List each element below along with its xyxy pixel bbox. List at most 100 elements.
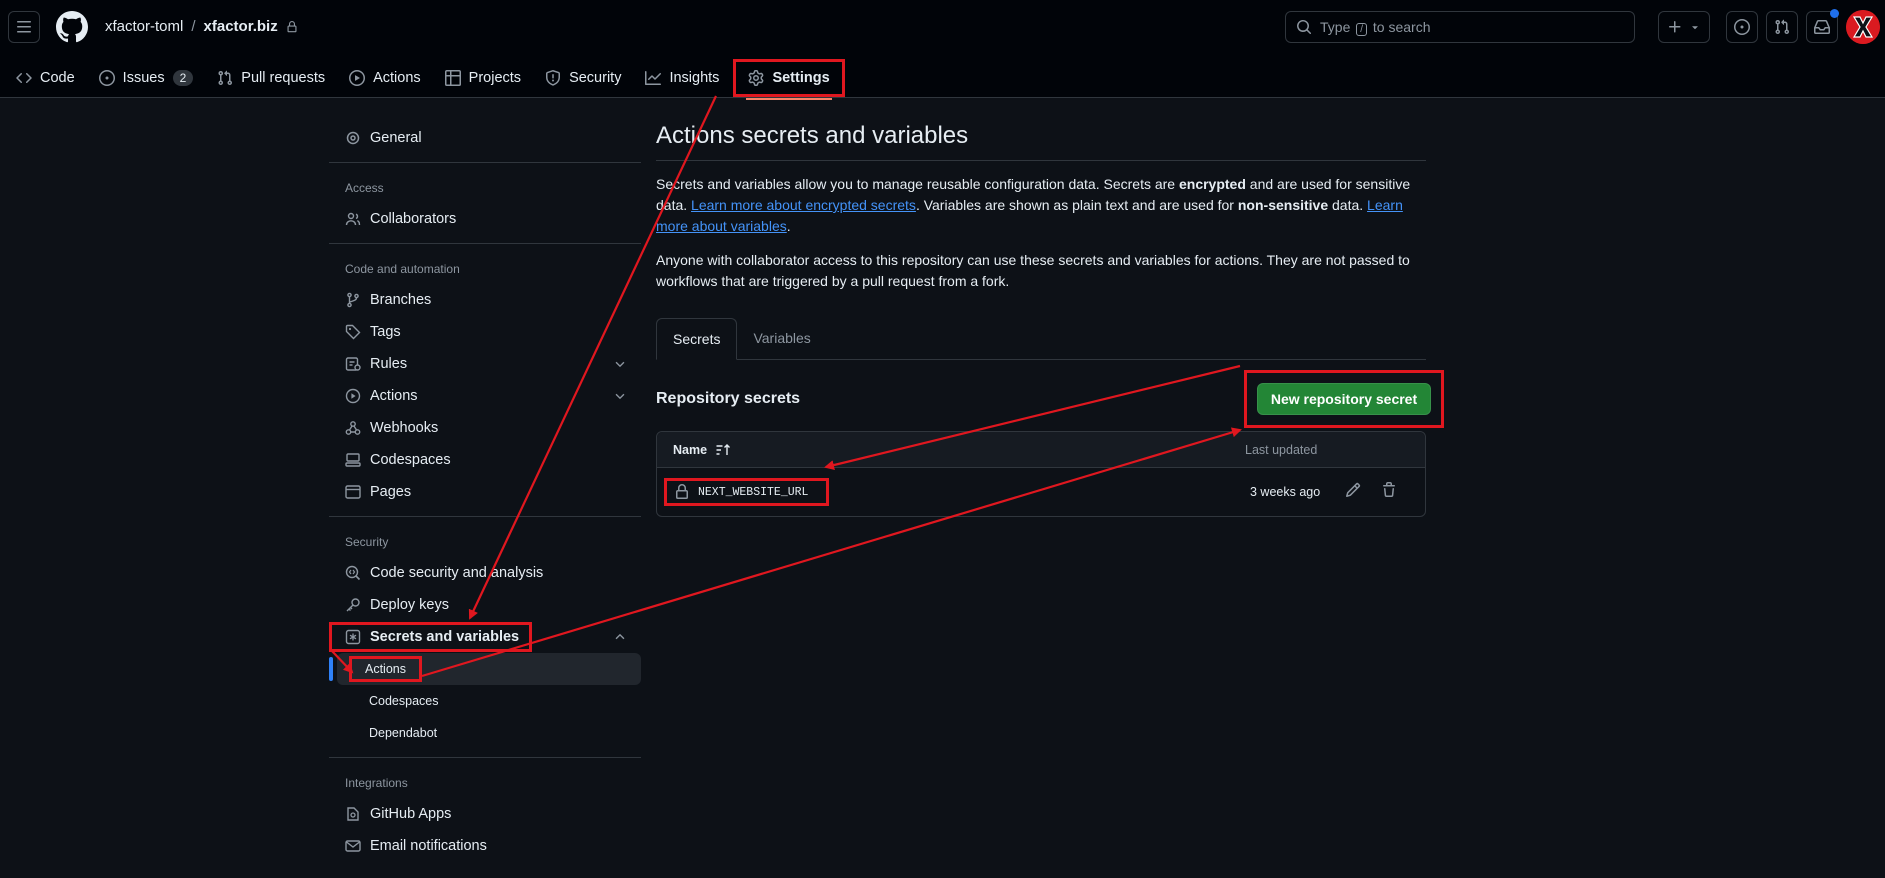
- hamburger-icon: [17, 21, 31, 33]
- tab-security-label: Security: [569, 70, 622, 86]
- description-bold: non-sensitive: [1237, 197, 1329, 213]
- user-avatar[interactable]: [1846, 10, 1880, 44]
- sidebar-item-label: Webhooks: [370, 420, 439, 436]
- settings-tab-highlight: Settings: [733, 59, 845, 100]
- chevron-down-icon[interactable]: [613, 357, 627, 371]
- git-pull-request-icon: [1775, 19, 1790, 35]
- codespaces-icon: [345, 453, 361, 467]
- create-new-button[interactable]: [1658, 11, 1710, 43]
- sidebar-subitem-label: Codespaces: [369, 694, 439, 708]
- sidebar-subitem-actions[interactable]: Actions: [329, 653, 641, 685]
- sidebar-item-codespaces[interactable]: Codespaces: [329, 444, 641, 476]
- apps-icon: [347, 807, 359, 821]
- your-issues-button[interactable]: [1726, 11, 1758, 43]
- sidebar-item-label: Tags: [370, 324, 401, 340]
- sidebar-item-branches[interactable]: Branches: [329, 284, 641, 316]
- table-header: Name Last updated: [657, 432, 1425, 468]
- sidebar-item-secrets-variables[interactable]: Secrets and variables: [329, 621, 641, 653]
- search-placeholder-post: to search: [1372, 18, 1431, 35]
- sidebar-item-general[interactable]: General: [329, 122, 641, 154]
- git-pull-request-icon: [218, 70, 233, 86]
- sidebar-item-tags[interactable]: Tags: [329, 316, 641, 348]
- sidebar-item-pages[interactable]: Pages: [329, 476, 641, 508]
- new-repository-secret-button[interactable]: New repository secret: [1256, 383, 1432, 415]
- sidebar-item-rules[interactable]: Rules: [329, 348, 641, 380]
- tab-actions[interactable]: Actions: [339, 62, 431, 94]
- secrets-table: Name Last updated NEXT_WEBSITE_URL 3 wee…: [656, 431, 1426, 517]
- hamburger-menu-button[interactable]: [8, 11, 40, 43]
- sort-asc-icon[interactable]: [715, 442, 731, 458]
- tab-pull-requests[interactable]: Pull requests: [207, 62, 335, 94]
- rules-icon: [345, 357, 361, 371]
- sidebar-item-label: Secrets and variables: [370, 629, 520, 645]
- sidebar-subitem-label: Actions: [349, 656, 422, 682]
- github-logo-icon[interactable]: [56, 11, 88, 43]
- sidebar-item-label: Pages: [370, 484, 412, 500]
- repository-secrets-header: Repository secrets New repository secret: [656, 370, 1444, 428]
- sidebar-item-deploy-keys[interactable]: Deploy keys: [329, 589, 641, 621]
- description-text: data.: [1328, 197, 1368, 213]
- tab-code[interactable]: Code: [6, 62, 85, 94]
- chevron-up-icon[interactable]: [613, 630, 627, 644]
- settings-sidebar: General Access Collaborators Code and au…: [329, 122, 641, 862]
- tab-settings[interactable]: Settings: [738, 62, 839, 100]
- sidebar-item-label: Codespaces: [370, 452, 451, 468]
- tab-security[interactable]: Security: [535, 62, 631, 94]
- tab-variables[interactable]: Variables: [737, 317, 826, 359]
- secret-name: NEXT_WEBSITE_URL: [698, 485, 809, 499]
- secrets-variables-tabs: Secrets Variables: [656, 318, 1426, 360]
- delete-secret-button[interactable]: [1381, 482, 1397, 498]
- unread-indicator: [1830, 9, 1839, 18]
- tab-insights-label: Insights: [669, 70, 720, 86]
- sidebar-item-github-apps[interactable]: GitHub Apps: [329, 798, 641, 830]
- lock-icon: [287, 20, 297, 32]
- sidebar-item-label: Email notifications: [370, 838, 487, 854]
- tab-issues[interactable]: Issues 2: [89, 62, 204, 94]
- sidebar-item-webhooks[interactable]: Webhooks: [329, 412, 641, 444]
- divider: [329, 162, 641, 163]
- sidebar-heading-code-automation: Code and automation: [345, 262, 460, 276]
- sidebar-heading-security: Security: [345, 535, 389, 549]
- sidebar-heading-access: Access: [345, 181, 384, 195]
- sidebar-item-code-security[interactable]: Code security and analysis: [329, 557, 641, 589]
- search-input[interactable]: Type / to search: [1285, 11, 1635, 43]
- play-icon: [349, 70, 366, 86]
- your-pull-requests-button[interactable]: [1766, 11, 1798, 43]
- tab-insights[interactable]: Insights: [635, 62, 729, 94]
- column-name-label: Name: [673, 442, 708, 457]
- lock-icon: [676, 484, 688, 499]
- repo-name-link[interactable]: xfactor.biz: [204, 18, 278, 35]
- webhook-icon: [345, 421, 361, 435]
- sidebar-item-actions[interactable]: Actions: [329, 380, 641, 412]
- tab-projects[interactable]: Projects: [435, 62, 531, 94]
- tab-actions-label: Actions: [373, 70, 421, 86]
- sidebar-item-label: GitHub Apps: [370, 806, 452, 822]
- table-row: NEXT_WEBSITE_URL 3 weeks ago: [657, 468, 1425, 516]
- code-icon: [16, 72, 32, 84]
- sidebar-subitem-codespaces[interactable]: Codespaces: [329, 685, 641, 717]
- sidebar-subitem-dependabot[interactable]: Dependabot: [329, 717, 641, 749]
- tab-settings-label: Settings: [772, 70, 830, 86]
- learn-more-secrets-link[interactable]: Learn more about encrypted secrets: [691, 197, 916, 213]
- tab-pull-requests-label: Pull requests: [241, 70, 326, 86]
- collaborator-note: Anyone with collaborator access to this …: [656, 252, 1410, 289]
- plus-icon: [1669, 21, 1681, 33]
- issue-opened-icon: [98, 70, 115, 86]
- breadcrumb-separator: /: [191, 18, 196, 35]
- edit-secret-button[interactable]: [1345, 482, 1361, 498]
- sidebar-item-collaborators[interactable]: Collaborators: [329, 203, 641, 235]
- tag-icon: [345, 324, 361, 340]
- tab-code-label: Code: [40, 70, 75, 86]
- chevron-down-icon[interactable]: [613, 389, 627, 403]
- repo-owner-link[interactable]: xfactor-toml: [105, 18, 183, 35]
- sidebar-item-email-notifications[interactable]: Email notifications: [329, 830, 641, 862]
- column-name-header[interactable]: Name: [673, 442, 731, 458]
- sidebar-item-label: Collaborators: [370, 211, 457, 227]
- sidebar-heading-integrations: Integrations: [345, 776, 408, 790]
- new-secret-highlight: New repository secret: [1244, 370, 1444, 428]
- tab-secrets[interactable]: Secrets: [656, 318, 738, 360]
- search-shortcut-key: /: [1356, 22, 1368, 36]
- key-icon: [346, 598, 360, 612]
- description-text: Secrets and variables allow you to manag…: [656, 176, 1179, 192]
- codescan-icon: [345, 565, 361, 581]
